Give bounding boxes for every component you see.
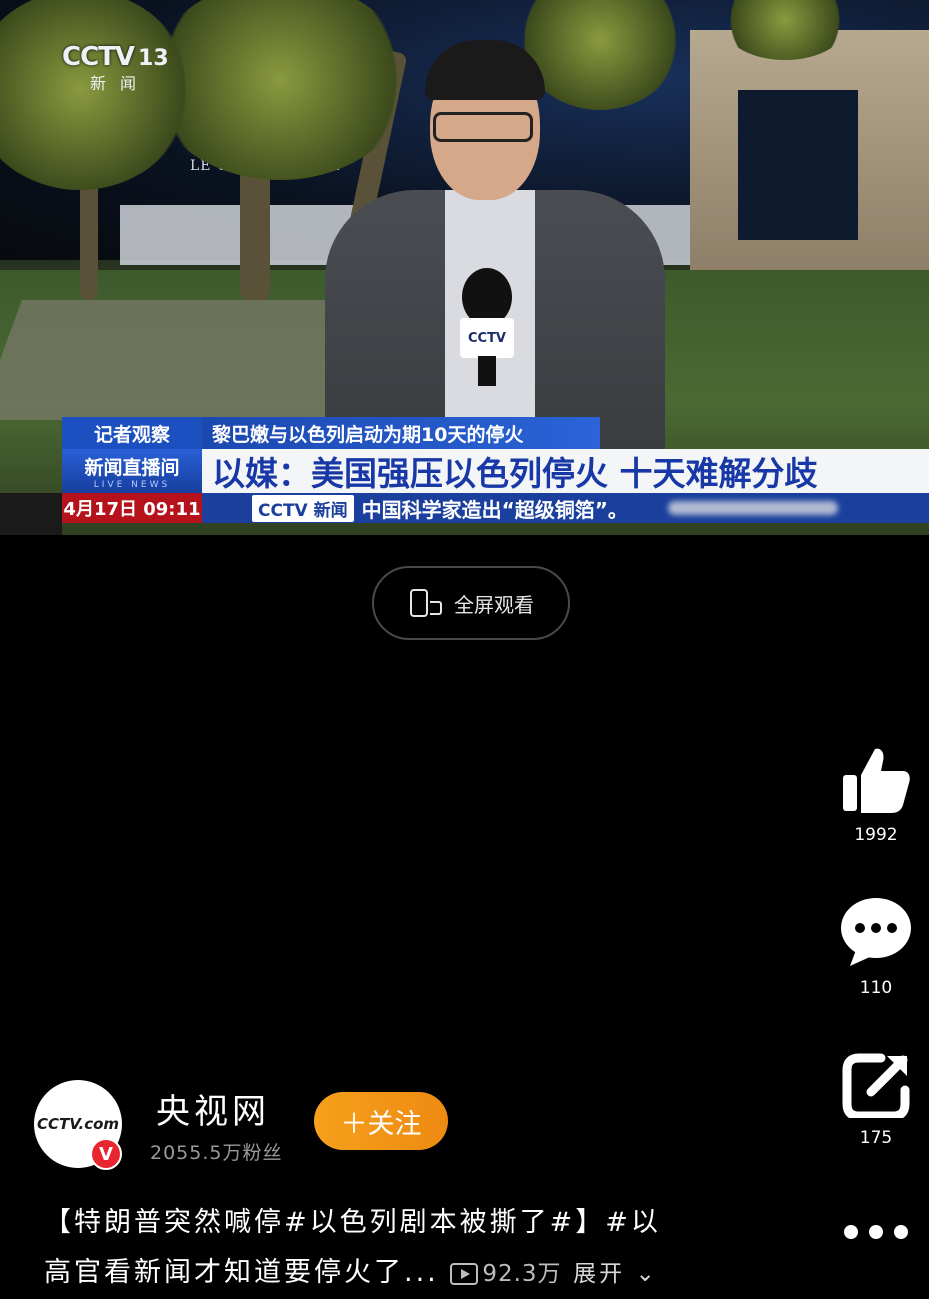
more-dots-icon[interactable]	[844, 1222, 908, 1242]
show-name: 新闻直播间	[84, 456, 180, 479]
caption-line-2: 高官看新闻才知道要停火了... 92.3万 展开 ⌄	[44, 1248, 744, 1299]
follow-button[interactable]: ＋关注	[314, 1092, 448, 1150]
like-button[interactable]: 1992	[826, 745, 926, 845]
play-count-icon	[450, 1262, 479, 1285]
verified-badge: V	[90, 1138, 122, 1170]
expand-link[interactable]: 展开 ⌄	[573, 1261, 658, 1287]
lower-third-headline: 以媒：美国强压以色列停火 十天难解分歧	[202, 449, 929, 493]
caption[interactable]: 【特朗普突然喊停#以色列剧本被撕了#】#以 高官看新闻才知道要停火了... 92…	[44, 1198, 744, 1299]
channel-logo: CCTV 13 新闻	[62, 42, 182, 102]
share-arrow-icon	[842, 1053, 910, 1118]
ticker-brand: CCTV 新闻	[252, 494, 354, 522]
ticker-blur	[667, 501, 838, 515]
chevron-down-icon: ⌄	[635, 1261, 658, 1287]
lower-third-ticker: CCTV 新闻 中国科学家造出“超级铜箔”。	[202, 493, 929, 523]
author-name[interactable]: 央视网	[156, 1084, 270, 1133]
view-count: 92.3万	[482, 1261, 562, 1287]
lower-third-tag: 记者观察	[62, 417, 202, 449]
channel-sub: 新闻	[90, 74, 151, 93]
fullscreen-button[interactable]: 全屏观看	[372, 566, 570, 640]
share-count: 175	[859, 1128, 893, 1148]
lower-third-show: 新闻直播间 LIVE NEWS	[62, 449, 202, 493]
phone-rotate-icon	[408, 589, 444, 617]
expand-label: 展开	[573, 1261, 626, 1287]
thumbs-up-icon	[843, 748, 910, 813]
like-count: 1992	[854, 825, 898, 845]
comment-button[interactable]: 110	[826, 896, 926, 998]
caption-line-1: 【特朗普突然喊停#以色列剧本被撕了#】#以	[44, 1207, 661, 1238]
lower-third-kicker: 黎巴嫩与以色列启动为期10天的停火	[202, 417, 600, 449]
follow-label: ＋关注	[340, 1108, 422, 1140]
show-sub: LIVE NEWS	[93, 479, 171, 490]
scene-building	[690, 30, 929, 280]
ticker-text: 中国科学家造出“超级铜箔”。	[361, 497, 628, 522]
lower-third-corner	[0, 493, 62, 535]
comment-count: 110	[859, 978, 893, 998]
author-fans: 2055.5万粉丝	[150, 1142, 283, 1164]
comment-bubble-icon	[841, 898, 911, 966]
mic-flag: CCTV	[460, 318, 514, 358]
channel-logo-text: CCTV	[62, 42, 135, 72]
lower-third-time: 4月17日 09:11	[62, 493, 202, 523]
fullscreen-label: 全屏观看	[454, 592, 534, 617]
share-button[interactable]: 175	[826, 1052, 926, 1148]
avatar-text: CCTV.com	[36, 1115, 120, 1133]
microphone: CCTV	[460, 268, 514, 386]
video-player[interactable]: LE GRAND HOTEL CCTV CCTV13 新闻 记者观察 黎巴嫩与以…	[0, 0, 929, 535]
caption-line-2-text: 高官看新闻才知道要停火了...	[44, 1257, 439, 1288]
channel-number: 13	[138, 46, 169, 71]
